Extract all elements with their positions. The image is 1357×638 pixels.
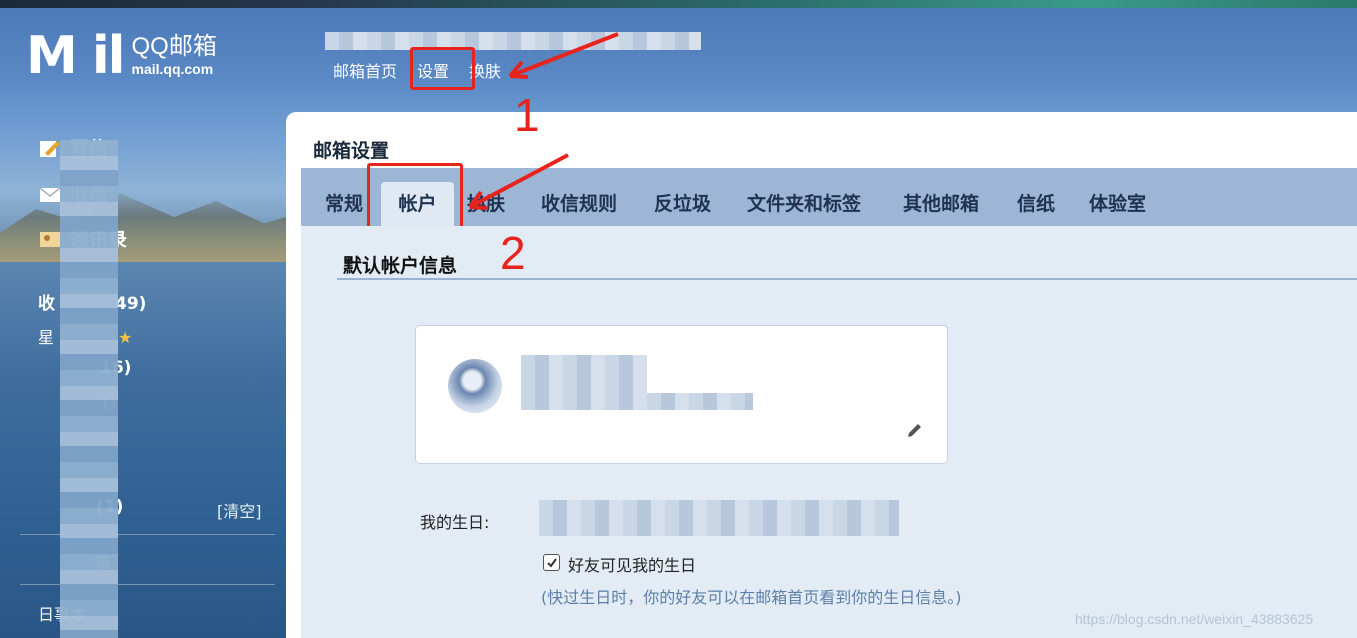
watermark: https://blog.csdn.net/weixin_43883625 <box>1075 611 1314 627</box>
annotation-arrows <box>468 32 619 210</box>
